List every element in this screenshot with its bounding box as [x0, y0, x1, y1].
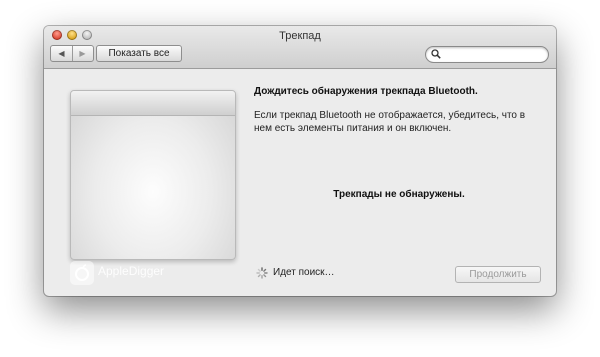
- spinner-icon: [256, 267, 268, 279]
- search-field[interactable]: [425, 46, 549, 63]
- preferences-window: Трекпад ◀ ▶ Показать все AppleDigger Дож…: [44, 26, 556, 296]
- show-all-button[interactable]: Показать все: [96, 45, 182, 62]
- window-title: Трекпад: [279, 30, 321, 42]
- back-button[interactable]: ◀: [51, 46, 73, 61]
- watermark-text: AppleDigger: [98, 264, 165, 278]
- right-triangle-icon: ▶: [79, 49, 86, 58]
- left-triangle-icon: ◀: [58, 49, 65, 58]
- instruction-text: Если трекпад Bluetooth не отображается, …: [254, 110, 526, 134]
- continue-button[interactable]: Продолжить: [455, 266, 541, 283]
- searching-label: Идет поиск…: [273, 267, 335, 278]
- search-icon: [431, 49, 441, 59]
- instruction-heading: Дождитесь обнаружения трекпада Bluetooth…: [254, 86, 478, 97]
- apple-logo-icon: [75, 264, 89, 281]
- toolbar: Трекпад ◀ ▶ Показать все: [44, 26, 556, 69]
- forward-button[interactable]: ▶: [72, 46, 93, 61]
- status-text: Трекпады не обнаружены.: [333, 189, 465, 200]
- trackpad-battery-bar: [71, 91, 235, 116]
- search-input[interactable]: [444, 47, 542, 62]
- watermark-logo: [70, 261, 94, 285]
- nav-buttons: ◀ ▶: [50, 45, 94, 62]
- trackpad-image: [70, 90, 236, 260]
